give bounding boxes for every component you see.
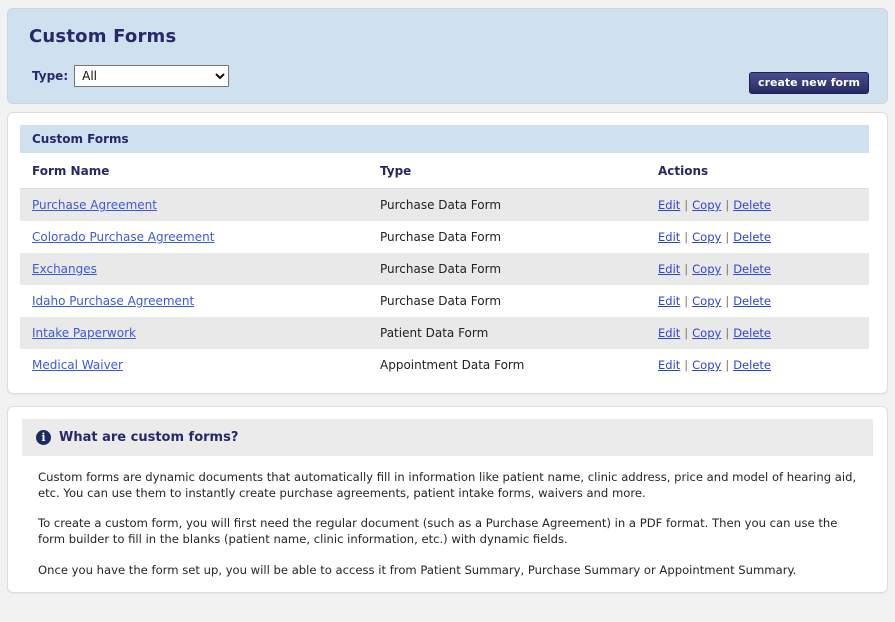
page-title: Custom Forms	[29, 26, 177, 47]
copy-link[interactable]: Copy	[692, 358, 721, 372]
cell-actions: Edit | Copy | Delete	[646, 221, 869, 253]
cell-form-name: Idaho Purchase Agreement	[20, 285, 368, 317]
action-separator: |	[684, 358, 689, 372]
info-paragraph: Once you have the form set up, you will …	[38, 562, 797, 577]
copy-link[interactable]: Copy	[692, 262, 721, 276]
column-header-actions: Actions	[646, 153, 869, 189]
cell-form-name: Exchanges	[20, 253, 368, 285]
info-paragraph: Custom forms are dynamic documents that …	[38, 470, 857, 500]
type-filter-select[interactable]: AllPurchase Data FormPatient Data FormAp…	[74, 65, 230, 87]
cell-form-name: Medical Waiver	[20, 349, 368, 381]
table-row: Medical Waiver Appointment Data Form Edit |…	[20, 349, 869, 381]
delete-link[interactable]: Delete	[733, 326, 771, 340]
copy-link[interactable]: Copy	[692, 230, 721, 244]
form-name-link[interactable]: Colorado Purchase Agreement	[32, 230, 214, 244]
column-header-type: Type	[368, 153, 646, 189]
cell-form-type: Purchase Data Form	[368, 253, 646, 285]
cell-actions: Edit | Copy | Delete	[646, 253, 869, 285]
table-row: Intake Paperwork Patient Data Form Edit | Co…	[20, 317, 869, 349]
type-filter-label: Type:	[32, 69, 69, 83]
action-separator: |	[684, 230, 689, 244]
table-row: Colorado Purchase Agreement Purchase Data…	[20, 221, 869, 253]
info-icon: i	[36, 430, 51, 445]
edit-link[interactable]: Edit	[658, 358, 680, 372]
custom-forms-header-panel: Custom Forms Type: AllPurchase Data Form…	[7, 8, 888, 104]
action-separator: |	[684, 294, 689, 308]
create-new-form-button[interactable]: create new form	[749, 72, 869, 94]
copy-link[interactable]: Copy	[692, 198, 721, 212]
form-name-link[interactable]: Purchase Agreement	[32, 198, 157, 212]
form-name-link[interactable]: Idaho Purchase Agreement	[32, 294, 194, 308]
cell-actions: Edit | Copy | Delete	[646, 188, 869, 221]
table-row: Purchase Agreement Purchase Data Form Edit…	[20, 188, 869, 221]
cell-form-name: Intake Paperwork	[20, 317, 368, 349]
edit-link[interactable]: Edit	[658, 230, 680, 244]
table-row: Exchanges Purchase Data Form Edit | Copy | Del…	[20, 253, 869, 285]
form-name-link[interactable]: Intake Paperwork	[32, 326, 136, 340]
delete-link[interactable]: Delete	[733, 262, 771, 276]
column-header-form-name: Form Name	[20, 153, 368, 189]
cell-form-type: Patient Data Form	[368, 317, 646, 349]
edit-link[interactable]: Edit	[658, 262, 680, 276]
info-paragraph: To create a custom form, you will first …	[38, 516, 838, 546]
edit-link[interactable]: Edit	[658, 294, 680, 308]
delete-link[interactable]: Delete	[733, 198, 771, 212]
form-name-link[interactable]: Medical Waiver	[32, 358, 123, 372]
cell-form-type: Appointment Data Form	[368, 349, 646, 381]
cell-form-name: Colorado Purchase Agreement	[20, 221, 368, 253]
custom-forms-table-panel: Custom Forms Form Name Type Actions Purc…	[7, 112, 888, 394]
copy-link[interactable]: Copy	[692, 326, 721, 340]
action-separator: |	[725, 326, 730, 340]
cell-form-type: Purchase Data Form	[368, 188, 646, 221]
cell-actions: Edit | Copy | Delete	[646, 285, 869, 317]
action-separator: |	[725, 230, 730, 244]
delete-link[interactable]: Delete	[733, 358, 771, 372]
table-row: Idaho Purchase Agreement Purchase Data Fo…	[20, 285, 869, 317]
action-separator: |	[684, 198, 689, 212]
action-separator: |	[725, 294, 730, 308]
cell-form-name: Purchase Agreement	[20, 188, 368, 221]
table-section-title: Custom Forms	[20, 125, 869, 153]
action-separator: |	[725, 198, 730, 212]
cell-form-type: Purchase Data Form	[368, 285, 646, 317]
action-separator: |	[725, 358, 730, 372]
delete-link[interactable]: Delete	[733, 230, 771, 244]
info-panel-body: Custom forms are dynamic documents that …	[16, 456, 879, 578]
delete-link[interactable]: Delete	[733, 294, 771, 308]
cell-form-type: Purchase Data Form	[368, 221, 646, 253]
table-header-row: Form Name Type Actions	[20, 153, 869, 189]
edit-link[interactable]: Edit	[658, 198, 680, 212]
action-separator: |	[684, 262, 689, 276]
edit-link[interactable]: Edit	[658, 326, 680, 340]
custom-forms-table: Form Name Type Actions Purchase Agreemen…	[20, 153, 869, 381]
copy-link[interactable]: Copy	[692, 294, 721, 308]
cell-actions: Edit | Copy | Delete	[646, 317, 869, 349]
form-name-link[interactable]: Exchanges	[32, 262, 97, 276]
info-panel-header: i What are custom forms?	[22, 419, 873, 456]
custom-forms-table-body: Purchase Agreement Purchase Data Form Edit…	[20, 188, 869, 381]
cell-actions: Edit | Copy | Delete	[646, 349, 869, 381]
what-are-custom-forms-panel: i What are custom forms? Custom forms ar…	[7, 406, 888, 594]
action-separator: |	[725, 262, 730, 276]
action-separator: |	[684, 326, 689, 340]
info-panel-title: What are custom forms?	[59, 430, 239, 445]
type-filter-row: Type: AllPurchase Data FormPatient Data …	[26, 65, 869, 87]
